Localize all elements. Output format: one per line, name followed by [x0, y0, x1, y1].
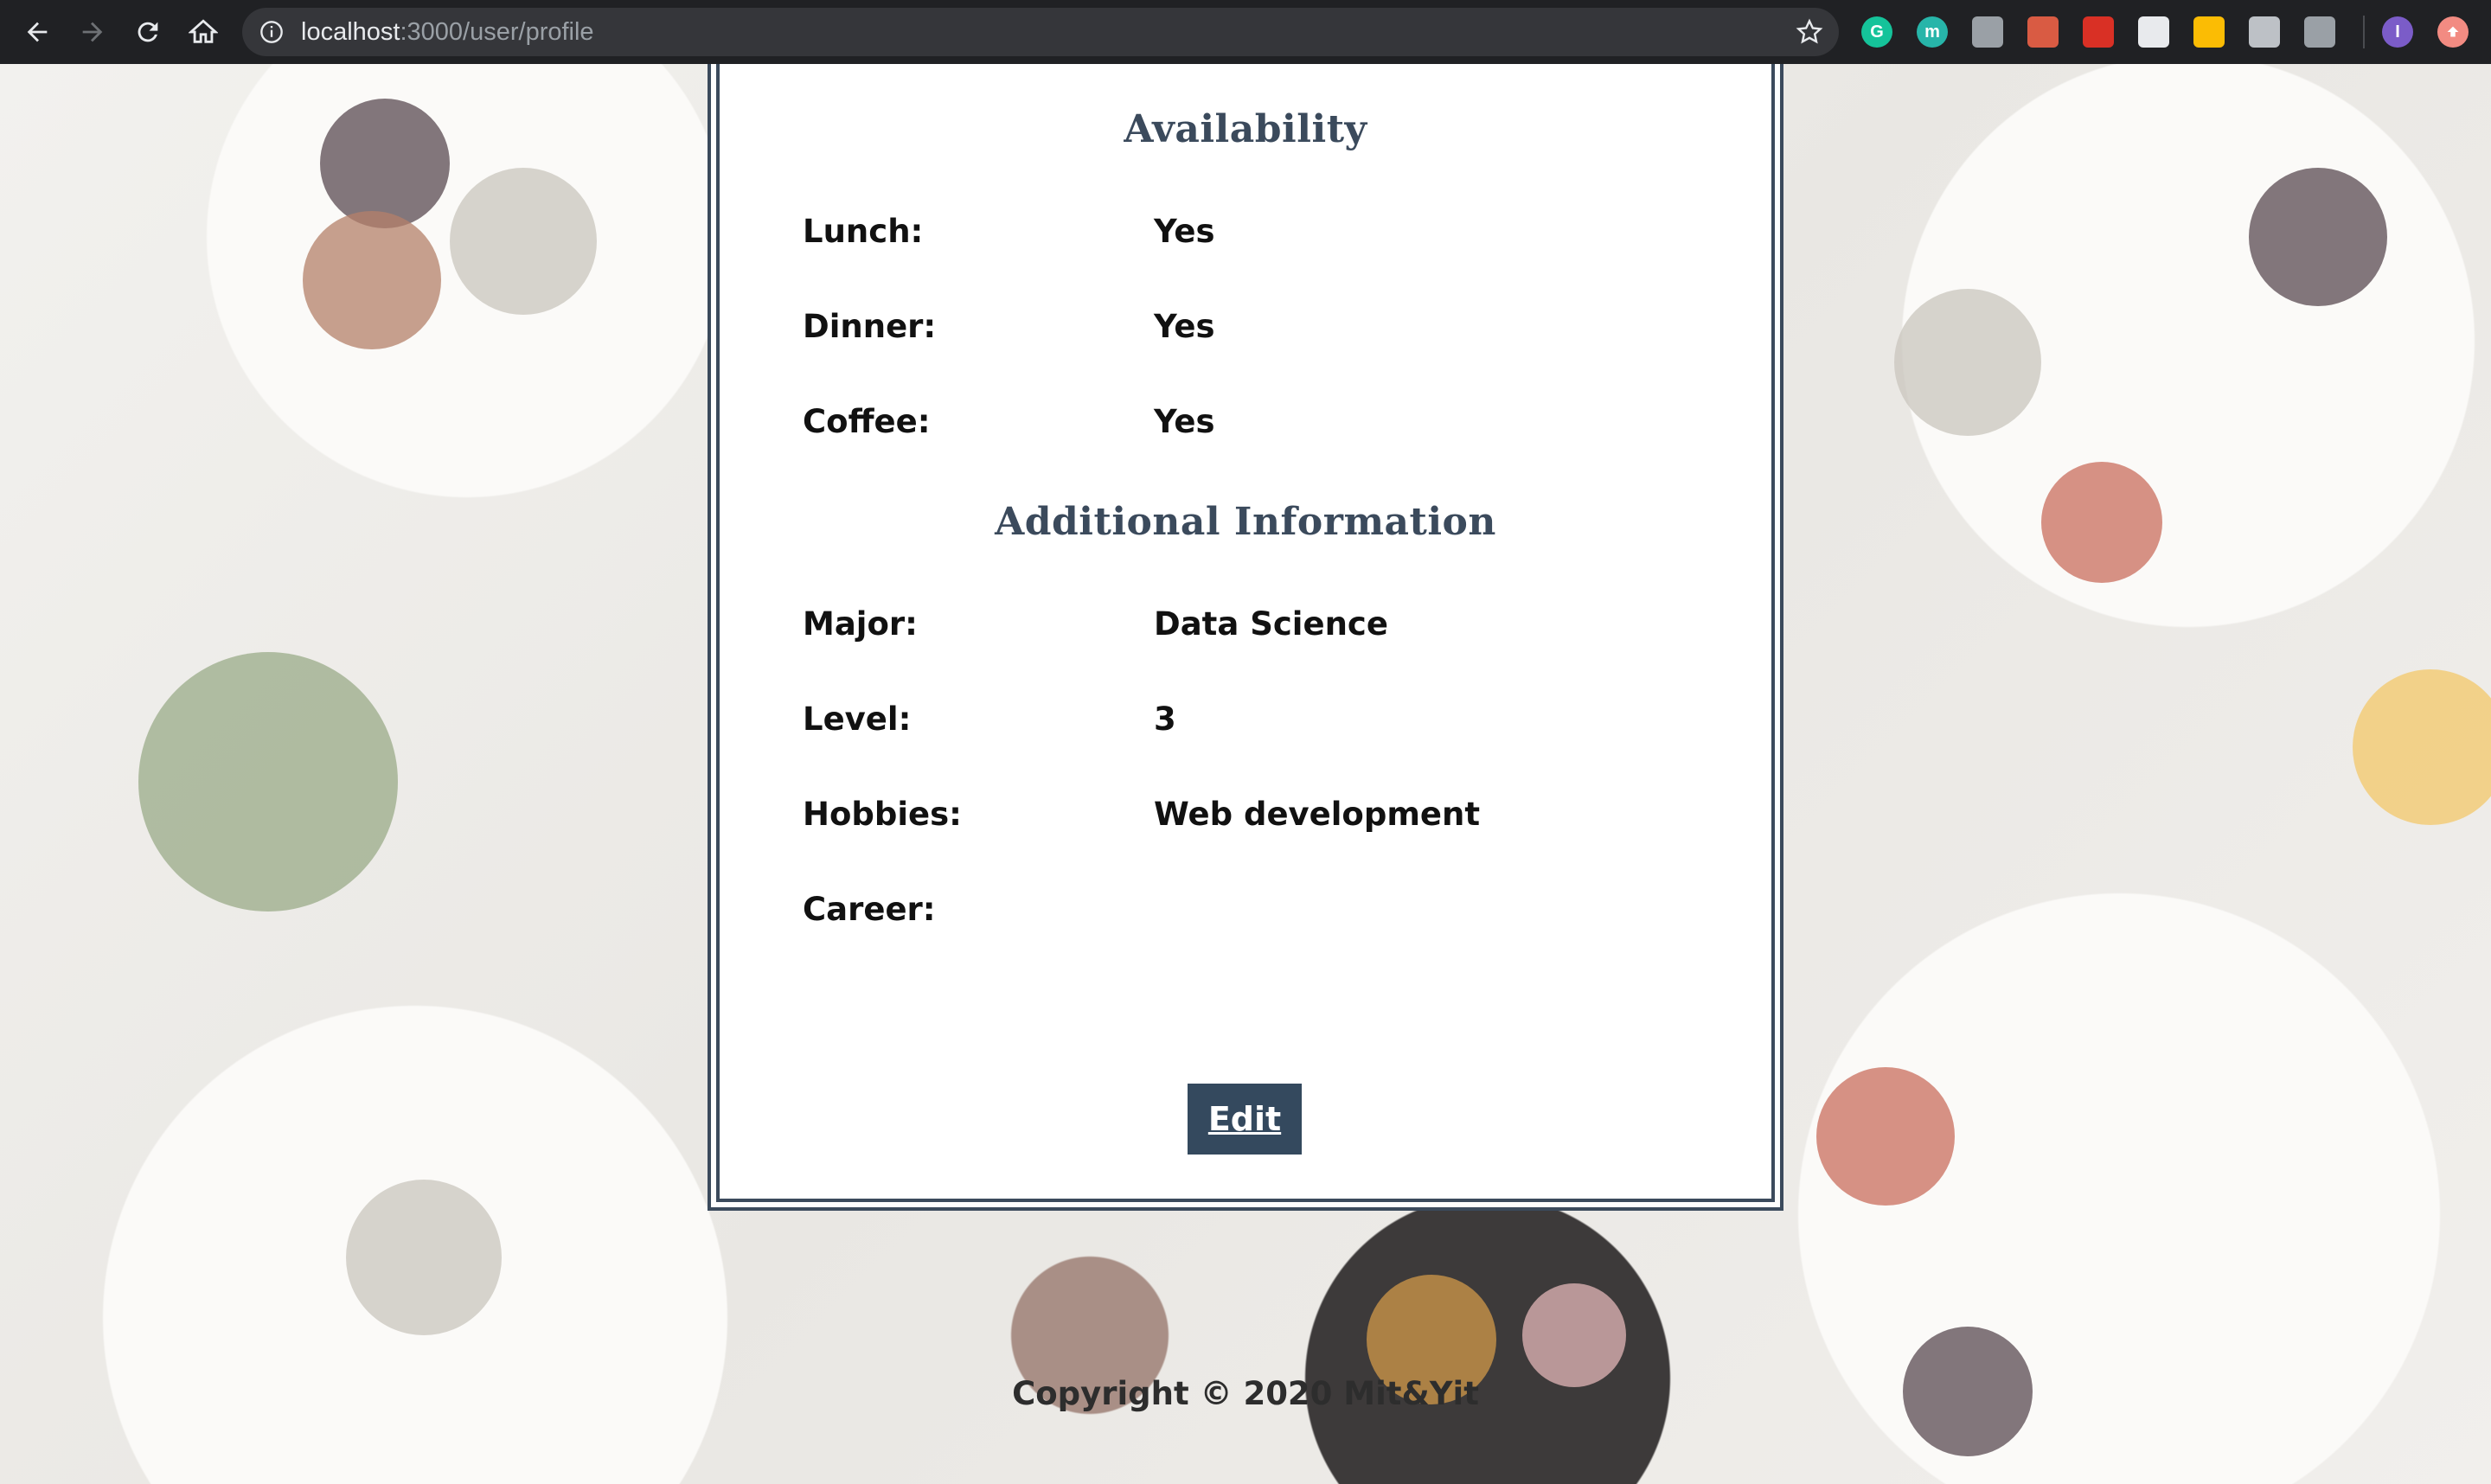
home-button[interactable]: [182, 10, 225, 54]
profile-avatar[interactable]: I: [2382, 16, 2413, 48]
extension-icon-bulb[interactable]: [1972, 16, 2003, 48]
browser-toolbar: localhost:3000/user/profile Gm I: [0, 0, 2491, 64]
extension-icon-stack[interactable]: [2193, 16, 2225, 48]
reload-icon: [138, 22, 158, 42]
coffee-label: Coffee:: [803, 403, 931, 440]
tart-decoration: [303, 211, 441, 349]
address-bar[interactable]: localhost:3000/user/profile: [242, 8, 1839, 56]
lunch-label: Lunch:: [803, 213, 924, 250]
reload-button[interactable]: [126, 10, 170, 54]
toolbar-divider: [2363, 16, 2365, 48]
copyright-footer: Copyright © 2020 Mit&Yit: [1012, 1375, 1479, 1412]
profile-letter: I: [2395, 22, 2400, 42]
extension-icon-red[interactable]: [2083, 16, 2114, 48]
bookmark-star-icon[interactable]: [1796, 18, 1823, 46]
olive-bowl-decoration: [320, 99, 450, 228]
info-icon[interactable]: [259, 20, 284, 44]
url-host: localhost: [301, 18, 400, 46]
major-label: Major:: [803, 605, 918, 643]
olive-bowl-decoration-right: [2249, 168, 2387, 306]
coffee-value: Yes: [1154, 403, 1215, 440]
forward-button[interactable]: [71, 10, 114, 54]
url-path: :3000/user/profile: [400, 18, 594, 46]
extension-icon-doc[interactable]: [2027, 16, 2059, 48]
browser-menu-button[interactable]: [2437, 16, 2469, 48]
dinner-value: Yes: [1154, 308, 1215, 345]
major-value: Data Science: [1154, 605, 1388, 643]
dinner-label: Dinner:: [803, 308, 937, 345]
oyster-decoration: [450, 168, 597, 315]
oyster-decoration-right: [1894, 289, 2041, 436]
url-text[interactable]: localhost:3000/user/profile: [301, 8, 594, 56]
additional-information-heading: Additional Information: [995, 500, 1496, 544]
career-label: Career:: [803, 891, 936, 928]
home-icon: [189, 19, 218, 43]
hobbies-value: Web development: [1154, 796, 1481, 833]
level-label: Level:: [803, 700, 912, 738]
edit-button[interactable]: Edit: [1188, 1084, 1302, 1155]
extension-icon-m[interactable]: m: [1917, 16, 1948, 48]
herb-decoration: [138, 652, 398, 912]
lunch-value: Yes: [1154, 213, 1215, 250]
extension-icon-drive[interactable]: [2304, 16, 2335, 48]
hobbies-label: Hobbies:: [803, 796, 962, 833]
availability-heading: Availability: [1124, 107, 1367, 151]
extension-icon-gauge[interactable]: [2138, 16, 2169, 48]
menu-icon: [2447, 26, 2459, 37]
arrow-left-icon: [27, 22, 48, 42]
pepper-decoration-lower: [1816, 1067, 1955, 1206]
orange-decoration: [2353, 669, 2491, 825]
oyster-decoration-lower: [346, 1180, 502, 1335]
arrow-right-icon: [82, 22, 103, 42]
olive-bowl-decoration-lower: [1903, 1327, 2033, 1456]
macaron-decoration: [1522, 1283, 1626, 1387]
grammarly-extension-icon[interactable]: G: [1861, 16, 1892, 48]
back-button[interactable]: [16, 10, 59, 54]
pepper-decoration: [2041, 462, 2162, 583]
extension-icon-chat[interactable]: [2249, 16, 2280, 48]
level-value: 3: [1154, 700, 1176, 738]
